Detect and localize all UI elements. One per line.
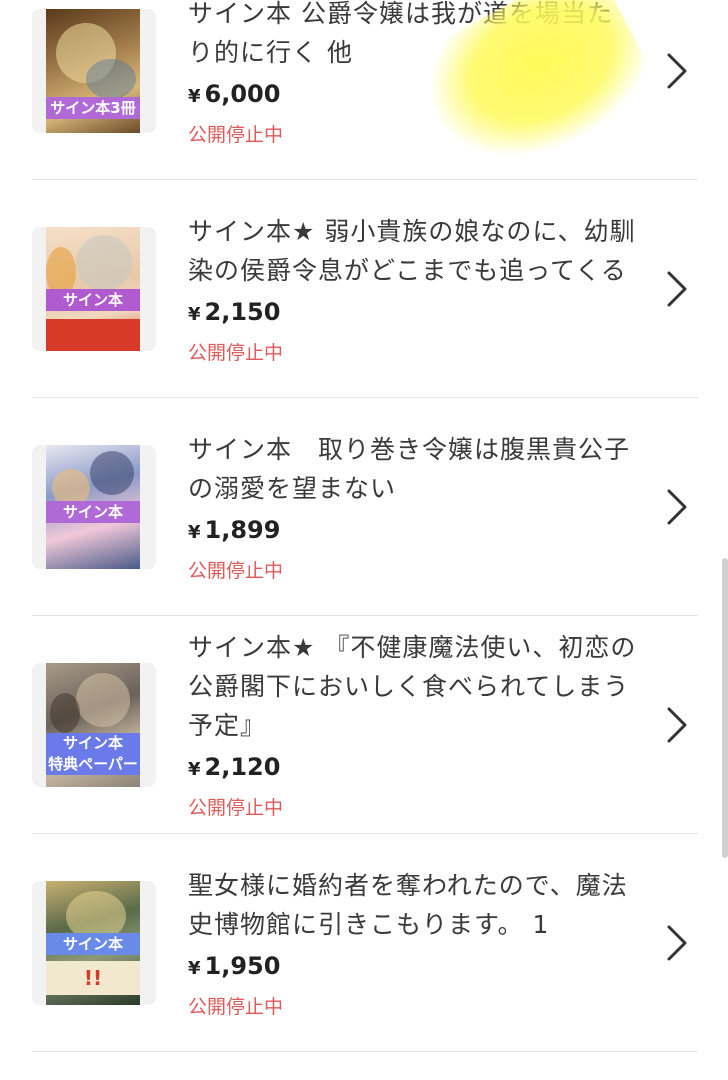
product-thumbnail[interactable]: サイン本 (32, 227, 156, 351)
price-value: 1,899 (204, 515, 281, 544)
currency-symbol: ¥ (188, 759, 201, 780)
book-cover-image: サイン本 (46, 445, 140, 569)
product-title[interactable]: サイン本★ 『不健康魔法使い、初恋の公爵閣下においしく食べられてしまう予定』 (188, 628, 638, 745)
product-title[interactable]: サイン本 公爵令嬢は我が道を場当たり的に行く 他 (188, 0, 638, 72)
price-value: 1,950 (204, 951, 281, 980)
cover-band-label: サイン本 (46, 501, 140, 523)
currency-symbol: ¥ (188, 521, 201, 543)
price-value: 6,000 (204, 79, 281, 108)
price-value: 2,150 (204, 297, 281, 326)
cover-band-line: 特典ペーパー (48, 755, 138, 773)
status-label: 公開停止中 (188, 797, 284, 819)
status-label: 公開停止中 (188, 341, 284, 364)
list-item[interactable]: サイン本 !! 聖女様に婚約者を奪われたので、魔法史博物館に引きこもります。 1… (0, 834, 728, 1052)
product-title[interactable]: サイン本 取り巻き令嬢は腹黒貴公子の溺愛を望まない (188, 430, 638, 508)
product-price: ¥6,000 (188, 76, 638, 115)
product-info: サイン本 公爵令嬢は我が道を場当たり的に行く 他 ¥6,000 公開停止中 (188, 0, 638, 180)
product-list: サイン本3冊 サイン本 公爵令嬢は我が道を場当たり的に行く 他 ¥6,000 公… (0, 0, 728, 1052)
cover-band-label: サイン本3冊 (46, 97, 140, 119)
product-price: ¥2,120 (188, 749, 638, 788)
product-title[interactable]: サイン本★ 弱小貴族の娘なのに、幼馴染の侯爵令息がどこまでも追ってくる (188, 212, 638, 290)
chevron-right-icon[interactable] (666, 706, 688, 744)
chevron-right-icon[interactable] (666, 488, 688, 526)
product-thumbnail[interactable]: サイン本 (32, 445, 156, 569)
status-label: 公開停止中 (188, 559, 284, 582)
product-info: 聖女様に婚約者を奪われたので、魔法史博物館に引きこもります。 1 ¥1,950 … (188, 834, 638, 1052)
currency-symbol: ¥ (188, 85, 201, 107)
cover-banner: !! (46, 961, 140, 995)
book-cover-image: サイン本 !! (46, 881, 140, 1005)
product-title[interactable]: 聖女様に婚約者を奪われたので、魔法史博物館に引きこもります。 1 (188, 866, 638, 944)
product-thumbnail[interactable]: サイン本 !! (32, 881, 156, 1005)
product-price: ¥2,150 (188, 294, 638, 333)
chevron-right-icon[interactable] (666, 924, 688, 962)
currency-symbol: ¥ (188, 303, 201, 325)
currency-symbol: ¥ (188, 957, 201, 979)
book-cover-image: サイン本 (46, 227, 140, 351)
book-cover-image: サイン本 特典ペーパー (46, 663, 140, 787)
price-value: 2,120 (204, 753, 281, 781)
product-info: サイン本 取り巻き令嬢は腹黒貴公子の溺愛を望まない ¥1,899 公開停止中 (188, 398, 638, 616)
product-thumbnail[interactable]: サイン本3冊 (32, 9, 156, 133)
cover-band-label: サイン本 特典ペーパー (46, 733, 140, 775)
list-item[interactable]: サイン本 サイン本★ 弱小貴族の娘なのに、幼馴染の侯爵令息がどこまでも追ってくる… (0, 180, 728, 398)
list-item[interactable]: サイン本 サイン本 取り巻き令嬢は腹黒貴公子の溺愛を望まない ¥1,899 公開… (0, 398, 728, 616)
list-item[interactable]: サイン本 特典ペーパー サイン本★ 『不健康魔法使い、初恋の公爵閣下においしく食… (0, 616, 728, 834)
book-cover-image: サイン本3冊 (46, 9, 140, 133)
status-label: 公開停止中 (188, 995, 284, 1018)
product-thumbnail[interactable]: サイン本 特典ペーパー (32, 663, 156, 787)
cover-band-line: サイン本 (62, 734, 123, 752)
product-price: ¥1,899 (188, 512, 638, 551)
scrollbar[interactable] (722, 558, 728, 858)
product-info: サイン本★ 弱小貴族の娘なのに、幼馴染の侯爵令息がどこまでも追ってくる ¥2,1… (188, 180, 638, 398)
list-item[interactable]: サイン本3冊 サイン本 公爵令嬢は我が道を場当たり的に行く 他 ¥6,000 公… (0, 0, 728, 180)
cover-band-label: サイン本 (46, 933, 140, 955)
product-info: サイン本★ 『不健康魔法使い、初恋の公爵閣下においしく食べられてしまう予定』 ¥… (188, 616, 638, 834)
product-price: ¥1,950 (188, 948, 638, 987)
chevron-right-icon[interactable] (666, 270, 688, 308)
cover-band-label: サイン本 (46, 289, 140, 311)
divider (32, 1051, 698, 1052)
chevron-right-icon[interactable] (666, 52, 688, 90)
status-label: 公開停止中 (188, 123, 284, 146)
